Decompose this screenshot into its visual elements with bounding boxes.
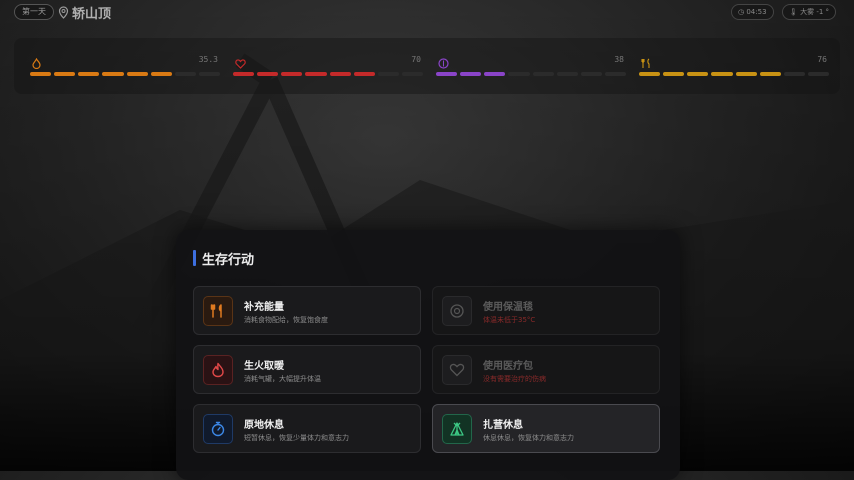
action-eat[interactable]: 补充能量 消耗食物配给，恢复饱食度 (193, 286, 421, 335)
action-camp-rest[interactable]: 扎营休息 休息休息，恢复体力和意志力 (432, 404, 660, 453)
heart-icon (442, 355, 472, 385)
modal-title: 生存行动 (202, 253, 255, 268)
thermometer-icon: 🌡︎ (789, 8, 798, 16)
stat-bar-segment (807, 72, 829, 76)
gauge-icon (442, 296, 472, 326)
stat-bar-segment (126, 72, 148, 76)
stats-panel: 35.3 70 38 76 (14, 38, 840, 94)
stat-bar-segment (556, 72, 578, 76)
stat-bar-segment (436, 72, 458, 76)
fork-knife-icon (203, 296, 233, 326)
stat-bar-segment (353, 72, 375, 76)
location-name: 轿山顶 (72, 7, 112, 22)
stat-value: 70 (411, 55, 421, 64)
stat-bar-segment (484, 72, 506, 76)
action-description: 休息休息，恢复体力和意志力 (483, 434, 574, 442)
stat-bar-segment (233, 72, 255, 76)
stat-hunger: 76 (639, 54, 829, 84)
time-badge: ◷ 04:53 (731, 4, 774, 20)
stat-bar-segment (532, 72, 554, 76)
time-value: 04:53 (746, 8, 767, 16)
action-description: 消耗食物配给，恢复饱食度 (244, 316, 328, 324)
stat-value: 76 (817, 55, 827, 64)
stat-bar-segment (711, 72, 733, 76)
stat-bar-segment (305, 72, 327, 76)
stat-bar-segment (30, 72, 52, 76)
stat-temperature: 35.3 (30, 54, 220, 84)
action-description: 短暂休息，恢复少量体力和意志力 (244, 434, 349, 442)
stat-sanity: 38 (436, 54, 626, 84)
stat-bar-segment (198, 72, 220, 76)
action-description: 体温未低于35°C (483, 316, 536, 324)
stat-bar-segment (329, 72, 351, 76)
stat-bar-segment (687, 72, 709, 76)
stat-bar-segment (508, 72, 530, 76)
timer-icon (203, 414, 233, 444)
stat-bar-segment (639, 72, 661, 76)
brain-icon (438, 54, 449, 73)
title-accent-bar (193, 250, 196, 266)
heart-icon (235, 54, 246, 73)
action-use-thermal-blanket[interactable]: 使用保温毯 体温未低于35°C (432, 286, 660, 335)
stat-bar-segment (460, 72, 482, 76)
fork-knife-icon (641, 54, 652, 73)
top-bar: 第一天 轿山顶 ◷ 04:53 🌡︎ 大雾 -1 ° (0, 0, 854, 24)
action-description: 没有需要治疗的伤病 (483, 375, 546, 383)
stat-bar-segment (783, 72, 805, 76)
stat-bar-segment (401, 72, 423, 76)
stat-bar (233, 72, 423, 76)
stat-value: 35.3 (198, 55, 218, 64)
stat-bar-segment (174, 72, 196, 76)
action-label: 使用医疗包 (483, 361, 533, 372)
stat-bar (30, 72, 220, 76)
survival-actions-modal: 生存行动 补充能量 消耗食物配给，恢复饱食度 使用保温毯 体温未低于35°C 生… (176, 230, 680, 480)
action-label: 生火取暖 (244, 361, 284, 372)
clock-icon: ◷ (738, 8, 745, 16)
stat-health: 70 (233, 54, 423, 84)
weather-value: 大雾 -1 ° (800, 8, 830, 16)
stat-bar-segment (102, 72, 124, 76)
stat-bar-segment (281, 72, 303, 76)
action-label: 扎营休息 (483, 420, 523, 431)
action-label: 原地休息 (244, 420, 284, 431)
stat-bar-segment (54, 72, 76, 76)
stat-bar (436, 72, 626, 76)
stat-bar (639, 72, 829, 76)
stat-bar-segment (663, 72, 685, 76)
action-label: 补充能量 (244, 302, 284, 313)
stat-bar-segment (604, 72, 626, 76)
stat-value: 38 (614, 55, 624, 64)
tent-icon (442, 414, 472, 444)
weather-badge: 🌡︎ 大雾 -1 ° (782, 4, 837, 20)
fire-icon (203, 355, 233, 385)
stat-bar-segment (759, 72, 781, 76)
action-rest-in-place[interactable]: 原地休息 短暂休息，恢复少量体力和意志力 (193, 404, 421, 453)
action-description: 消耗气罐，大幅提升体温 (244, 375, 321, 383)
location-pin-icon (58, 4, 69, 23)
action-make-fire[interactable]: 生火取暖 消耗气罐，大幅提升体温 (193, 345, 421, 394)
stat-bar-segment (150, 72, 172, 76)
stat-bar-segment (377, 72, 399, 76)
stat-bar-segment (735, 72, 757, 76)
stat-bar-segment (257, 72, 279, 76)
action-label: 使用保温毯 (483, 302, 533, 313)
stat-bar-segment (580, 72, 602, 76)
stat-bar-segment (78, 72, 100, 76)
action-use-medkit[interactable]: 使用医疗包 没有需要治疗的伤病 (432, 345, 660, 394)
flame-icon (32, 54, 41, 73)
day-badge: 第一天 (14, 4, 54, 20)
